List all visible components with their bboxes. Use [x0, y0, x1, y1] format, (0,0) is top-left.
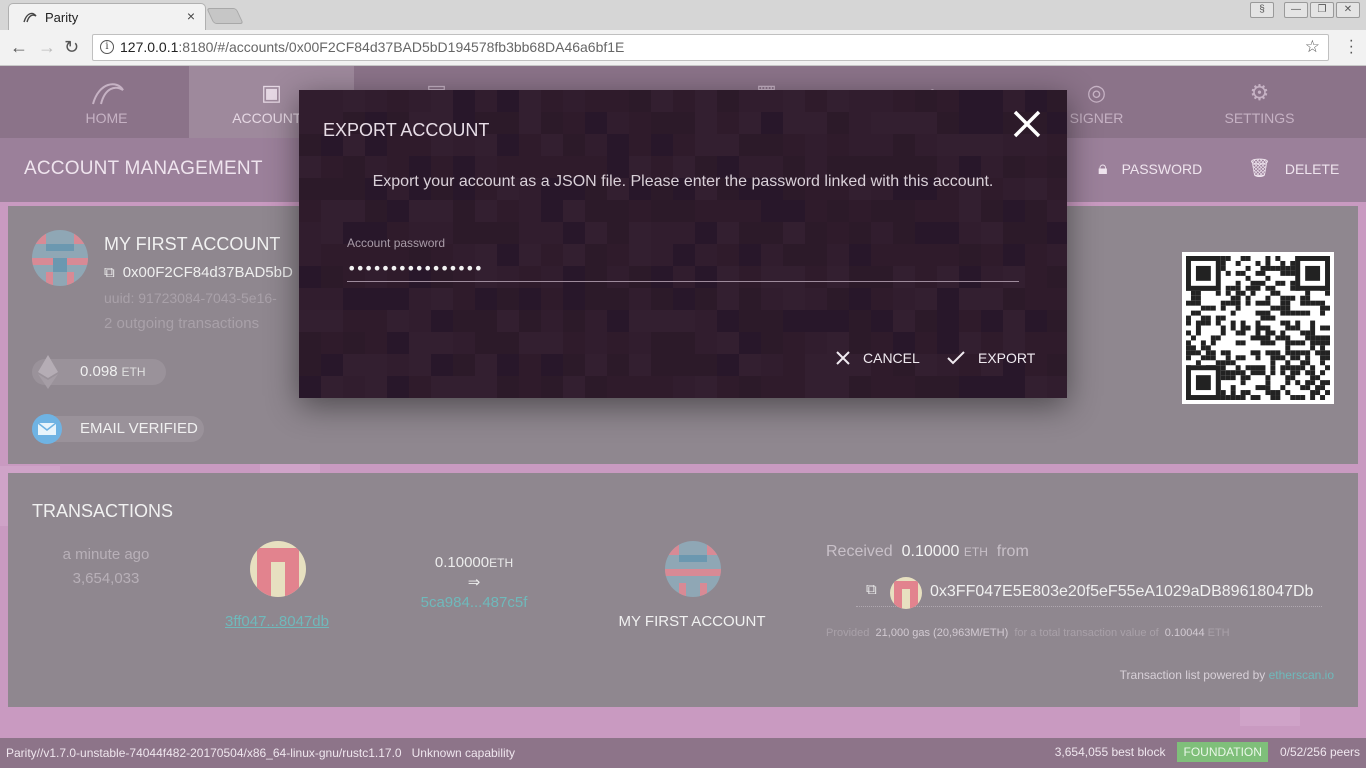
page-title: ACCOUNT MANAGEMENT [24, 158, 263, 179]
copy-icon[interactable]: ⧉ [866, 581, 877, 598]
sender-identicon [250, 541, 306, 597]
arrow-icon: ⇒ [467, 574, 481, 591]
close-icon [836, 351, 850, 365]
account-tx-count: 2 outgoing transactions [104, 315, 260, 332]
close-icon[interactable] [1009, 106, 1045, 142]
close-window-button[interactable]: ✕ [1336, 2, 1360, 18]
transactions-title: TRANSACTIONS [32, 501, 174, 521]
password-button[interactable]: 🔒︎ PASSWORD [1098, 158, 1202, 179]
parity-logo-icon [24, 80, 189, 106]
maximize-button[interactable]: ❐ [1310, 2, 1334, 18]
browser-menu-icon[interactable]: · · · [1349, 33, 1354, 61]
reload-icon[interactable]: ↻ [64, 37, 79, 58]
account-uuid: uuid: 91723084-7043-5e16- [104, 290, 277, 306]
email-icon [32, 414, 62, 444]
export-account-dialog: EXPORT ACCOUNT Export your account as a … [299, 90, 1067, 398]
export-button[interactable]: EXPORT [946, 348, 1035, 368]
bookmark-star-icon[interactable]: ☆ [1305, 37, 1320, 57]
tx-amount: 0.10000ETH ⇒ 5ca984...487c5f [408, 553, 540, 613]
back-icon[interactable]: ← [10, 37, 28, 58]
account-address-row: ⧉ 0x00F2CF84d37BAD5bD [104, 264, 293, 281]
nav-settings[interactable]: ⚙ SETTINGS [1177, 66, 1342, 138]
new-tab-button[interactable] [206, 8, 244, 24]
status-version: Parity//v1.7.0-unstable-74044f482-201705… [6, 746, 516, 760]
address-qr-code [1182, 252, 1334, 404]
peer-count: 0/52/256 peers [1279, 745, 1360, 759]
browser-toolbar: ← → ↻ i 127.0.0.1:8180/#/accounts/0x00F2… [0, 30, 1366, 66]
status-bar: Parity//v1.7.0-unstable-74044f482-201705… [0, 738, 1366, 768]
cancel-button[interactable]: CANCEL [835, 348, 920, 368]
nav-home[interactable]: HOME [24, 66, 189, 138]
chain-badge: FOUNDATION [1177, 742, 1268, 762]
transactions-panel: TRANSACTIONS a minute ago 3,654,033 3ff0… [8, 473, 1358, 707]
browser-tabstrip: Parity × § — ❐ ✕ [0, 0, 1366, 31]
account-name: MY FIRST ACCOUNT [104, 234, 281, 254]
tx-recipient-name: MY FIRST ACCOUNT [618, 613, 766, 630]
dialog-description: Export your account as a JSON file. Plea… [372, 173, 994, 190]
etherscan-link[interactable]: etherscan.io [1269, 668, 1334, 682]
tx-hash-link[interactable]: 5ca984...487c5f [408, 593, 540, 613]
recipient-identicon [665, 541, 721, 597]
sender-address: 0x3FF047E5E803e20f5eF55eA1029aDB89618047… [930, 583, 1314, 600]
sender-small-identicon [890, 577, 922, 609]
email-verified-chip: EMAIL VERIFIED [32, 414, 204, 444]
parity-icon [23, 10, 37, 24]
lock-icon: 🔒︎ [1098, 158, 1108, 178]
check-icon [947, 351, 965, 365]
dialog-title: EXPORT ACCOUNT [323, 120, 490, 140]
tx-sender-row: ⧉ 0x3FF047E5E803e20f5eF55eA1029aDB896180… [856, 575, 1322, 609]
close-tab-icon[interactable]: × [187, 8, 195, 24]
powered-by: Transaction list powered by etherscan.io [1119, 668, 1334, 682]
password-label: Account password [347, 236, 446, 250]
ethereum-icon [38, 355, 58, 389]
url-text: 127.0.0.1:8180/#/accounts/0x00F2CF84d37B… [120, 39, 625, 55]
address-bar[interactable]: i 127.0.0.1:8180/#/accounts/0x00F2CF84d3… [92, 34, 1329, 61]
balance-chip: 0.098 ETH [32, 355, 166, 389]
trash-icon: 🗑︎ [1248, 158, 1271, 178]
account-address: 0x00F2CF84d37BAD5bD [122, 264, 293, 281]
tx-received: Received 0.10000 ETH from [826, 543, 1029, 560]
browser-tab[interactable]: Parity × [8, 3, 206, 31]
tab-title: Parity [45, 10, 79, 25]
copy-icon[interactable]: ⧉ [104, 264, 115, 281]
forward-icon[interactable]: → [38, 37, 56, 58]
extension-icon[interactable]: § [1250, 2, 1274, 18]
gear-icon: ⚙ [1249, 80, 1270, 105]
info-icon[interactable]: i [100, 40, 114, 54]
minimize-button[interactable]: — [1284, 2, 1308, 18]
password-field[interactable] [347, 256, 1019, 282]
account-identicon [32, 230, 88, 286]
tx-gas-info: Provided 21,000 gas (20,963M/ETH) for a … [826, 627, 1230, 639]
best-block: 3,654,055 best block [1054, 745, 1166, 759]
tx-time: a minute ago 3,654,033 [62, 546, 150, 587]
delete-button[interactable]: 🗑︎ DELETE [1248, 158, 1339, 179]
tx-from-link[interactable]: 3ff047...8047db [214, 613, 340, 630]
